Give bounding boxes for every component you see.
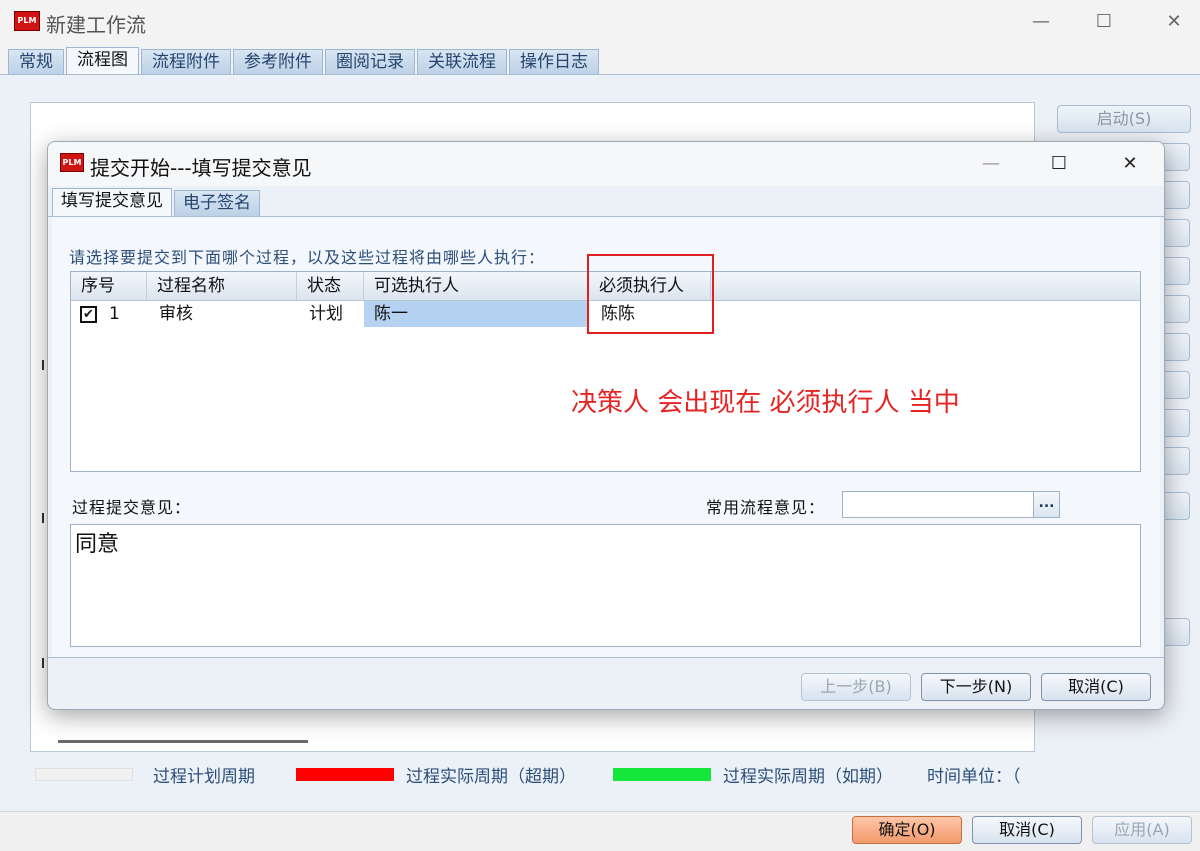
instruction-text: 请选择要提交到下面哪个过程，以及这些过程将由哪些人执行： bbox=[69, 248, 546, 267]
column-header-status[interactable]: 状态 bbox=[297, 272, 364, 301]
dialog-maximize-button[interactable]: ☐ bbox=[1044, 150, 1074, 178]
common-opinion-label: 常用流程意见： bbox=[706, 498, 826, 517]
legend-swatch-overdue bbox=[296, 768, 394, 781]
canvas-node-marker bbox=[42, 360, 44, 370]
legend-swatch-ontime bbox=[613, 768, 711, 781]
start-button[interactable]: 启动(S) bbox=[1057, 105, 1191, 133]
submit-dialog: PLM 提交开始---填写提交意见 — ☐ ✕ 填写提交意见 电子签名 请选择要… bbox=[47, 141, 1165, 710]
dialog-minimize-button[interactable]: — bbox=[976, 150, 1006, 178]
canvas-node-marker bbox=[42, 658, 44, 668]
dialog-cancel-button[interactable]: 取消(C) bbox=[1041, 673, 1151, 701]
opinion-textarea[interactable]: 同意 bbox=[70, 524, 1141, 647]
highlight-box bbox=[587, 254, 714, 334]
plm-logo-icon: PLM bbox=[14, 11, 40, 31]
browse-button[interactable]: ... bbox=[1033, 491, 1060, 518]
close-button[interactable]: ✕ bbox=[1158, 8, 1190, 36]
cell-optional-executor[interactable]: 陈一 bbox=[364, 301, 587, 327]
opinion-label: 过程提交意见： bbox=[72, 498, 192, 517]
maximize-button[interactable]: ☐ bbox=[1088, 8, 1120, 36]
prev-step-button[interactable]: 上一步(B) bbox=[801, 673, 911, 701]
apply-button[interactable]: 应用(A) bbox=[1092, 816, 1192, 844]
tab-general[interactable]: 常规 bbox=[8, 49, 64, 75]
plm-logo-icon: PLM bbox=[60, 153, 84, 172]
column-header-seq[interactable]: 序号 bbox=[71, 272, 147, 301]
tab-flow-attachments[interactable]: 流程附件 bbox=[141, 49, 231, 75]
window-titlebar: PLM 新建工作流 — ☐ ✕ bbox=[0, 0, 1200, 44]
legend-label-planned: 过程计划周期 bbox=[153, 767, 255, 787]
tab-flowchart[interactable]: 流程图 bbox=[66, 47, 139, 75]
legend-swatch-planned bbox=[35, 768, 133, 781]
tab-reference-attachments[interactable]: 参考附件 bbox=[233, 49, 323, 75]
column-header-name[interactable]: 过程名称 bbox=[147, 272, 297, 301]
tab-e-signature[interactable]: 电子签名 bbox=[174, 190, 260, 216]
row-checkbox[interactable]: ✔ bbox=[80, 306, 97, 323]
legend-label-overdue: 过程实际周期（超期） bbox=[406, 767, 576, 787]
cell-name: 审核 bbox=[159, 304, 193, 324]
dialog-title: 提交开始---填写提交意见 bbox=[90, 156, 312, 180]
tab-divider bbox=[0, 74, 1200, 75]
ok-button[interactable]: 确定(O) bbox=[852, 816, 962, 844]
minimize-button[interactable]: — bbox=[1025, 8, 1057, 36]
tab-fill-opinion[interactable]: 填写提交意见 bbox=[52, 188, 172, 216]
legend: 过程计划周期 过程实际周期（超期） 过程实际周期（如期） 时间单位：（ bbox=[0, 760, 1200, 788]
dialog-footer-divider bbox=[48, 657, 1164, 658]
dialog-tabs: 填写提交意见 电子签名 bbox=[52, 188, 262, 216]
cell-seq: 1 bbox=[109, 304, 120, 324]
window-title: 新建工作流 bbox=[46, 13, 146, 37]
time-unit-label: 时间单位：（ bbox=[927, 767, 1021, 787]
tab-operation-log[interactable]: 操作日志 bbox=[509, 49, 599, 75]
cell-status: 计划 bbox=[309, 304, 343, 324]
horizontal-scrollbar[interactable] bbox=[58, 740, 308, 743]
common-opinion-input[interactable] bbox=[842, 491, 1034, 518]
next-step-button[interactable]: 下一步(N) bbox=[921, 673, 1031, 701]
main-tabs: 常规 流程图 流程附件 参考附件 圈阅记录 关联流程 操作日志 bbox=[8, 47, 601, 75]
canvas-node-marker bbox=[42, 513, 44, 523]
legend-label-ontime: 过程实际周期（如期） bbox=[723, 767, 893, 787]
cancel-button[interactable]: 取消(C) bbox=[972, 816, 1082, 844]
dialog-titlebar: PLM 提交开始---填写提交意见 — ☐ ✕ bbox=[48, 142, 1164, 186]
dialog-close-button[interactable]: ✕ bbox=[1115, 150, 1145, 178]
tab-related-flows[interactable]: 关联流程 bbox=[417, 49, 507, 75]
column-header-optional[interactable]: 可选执行人 bbox=[364, 272, 589, 301]
annotation-text: 决策人 会出现在 必须执行人 当中 bbox=[571, 388, 960, 418]
tab-review-records[interactable]: 圈阅记录 bbox=[325, 49, 415, 75]
